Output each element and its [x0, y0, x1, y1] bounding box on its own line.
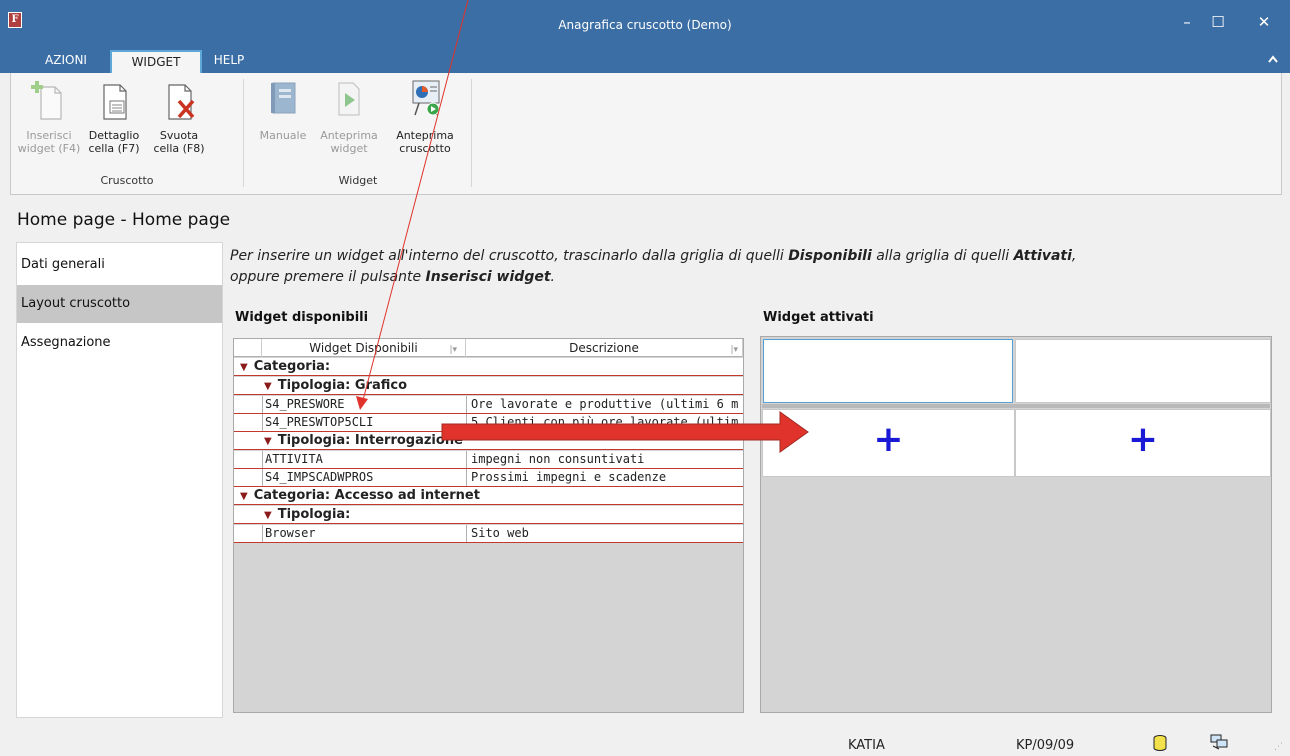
empty-cell-add[interactable]: +	[1015, 409, 1271, 477]
empty-cell-add[interactable]: +	[762, 409, 1015, 477]
filter-icon[interactable]: |▾	[730, 341, 738, 359]
manual-icon	[263, 79, 303, 123]
category-row[interactable]: ▼ Categoria: Accesso ad internet	[234, 487, 743, 505]
clear-cell-icon	[159, 79, 199, 123]
status-user: KATIA	[848, 738, 885, 753]
tab-help[interactable]: HELP	[203, 50, 255, 73]
window-title: Anagrafica cruscotto (Demo)	[558, 18, 732, 32]
minimize-button[interactable]: –	[1172, 12, 1202, 32]
table-row[interactable]: S4_PRESWORE Ore lavorate e produttive (ul…	[234, 396, 743, 414]
table-row[interactable]: S4_PRESWTOP5CLI 5 Clienti con più ore lav…	[234, 414, 743, 432]
title-bar: F Anagrafica cruscotto (Demo) – ☐ ✕	[0, 0, 1290, 48]
activated-widgets-grid[interactable]: + +	[760, 336, 1272, 713]
network-icon	[1210, 734, 1228, 754]
tab-widget[interactable]: WIDGET	[110, 50, 202, 73]
detail-cell-button[interactable]: Dettaglio cella (F7)	[84, 79, 144, 171]
column-header-widget[interactable]: Widget Disponibili |▾	[262, 339, 466, 357]
preview-dashboard-button[interactable]: Anteprima cruscotto	[390, 79, 460, 171]
type-row[interactable]: ▼ Tipologia: Grafico	[234, 377, 743, 395]
insert-widget-icon	[29, 79, 69, 123]
ribbon-group-cruscotto: Inserisci widget (F4) Dettaglio cella (F…	[11, 73, 243, 193]
close-button[interactable]: ✕	[1249, 12, 1279, 32]
status-bar: KATIA KP/09/09 ⋰	[0, 730, 1290, 756]
preview-widget-icon	[329, 79, 369, 123]
tab-azioni[interactable]: AZIONI	[30, 50, 102, 73]
ribbon-tabs: AZIONI WIDGET HELP	[0, 48, 1290, 73]
nav-item-layout-cruscotto[interactable]: Layout cruscotto	[17, 285, 222, 323]
detail-cell-icon	[94, 79, 134, 123]
ribbon-group-label: Widget	[338, 174, 378, 187]
collapse-triangle-icon[interactable]: ▼	[264, 436, 272, 447]
collapse-triangle-icon[interactable]: ▼	[264, 510, 272, 521]
row-divider	[762, 404, 1270, 408]
plus-icon[interactable]: +	[763, 418, 1014, 462]
clear-cell-button[interactable]: Svuota cella (F8)	[147, 79, 211, 171]
dashboard-cell[interactable]	[1015, 339, 1271, 403]
plus-icon[interactable]: +	[1016, 418, 1270, 462]
category-row[interactable]: ▼ Categoria:	[234, 358, 743, 376]
left-nav: Dati generali Layout cruscotto Assegnazi…	[16, 242, 223, 718]
nav-item-dati-generali[interactable]: Dati generali	[17, 246, 222, 284]
available-widgets-grid[interactable]: Widget Disponibili |▾ Descrizione |▾ ▼ Ca…	[233, 338, 744, 713]
table-row[interactable]: S4_IMPSCADWPROS Prossimi impegni e scaden…	[234, 469, 743, 487]
activated-widgets-title: Widget attivati	[763, 310, 874, 325]
ribbon: Inserisci widget (F4) Dettaglio cella (F…	[10, 73, 1282, 195]
type-row[interactable]: ▼ Tipologia:	[234, 506, 743, 524]
filter-icon[interactable]: |▾	[449, 341, 457, 359]
table-row[interactable]: ATTIVITA impegni non consuntivati	[234, 451, 743, 469]
resize-grip-icon[interactable]: ⋰	[1274, 742, 1283, 752]
type-row[interactable]: ▼ Tipologia: Interrogazione	[234, 432, 743, 450]
ribbon-group-widget: Manuale Anteprima widget Anteprima crusc…	[244, 73, 472, 193]
collapse-triangle-icon[interactable]: ▼	[264, 381, 272, 392]
maximize-button[interactable]: ☐	[1203, 12, 1233, 32]
collapse-triangle-icon[interactable]: ▼	[240, 362, 248, 373]
grid-header: Widget Disponibili |▾ Descrizione |▾	[234, 339, 743, 357]
insert-widget-button[interactable]: Inserisci widget (F4)	[17, 79, 81, 171]
ribbon-group-label: Cruscotto	[100, 174, 154, 187]
nav-item-assegnazione[interactable]: Assegnazione	[17, 324, 222, 362]
column-header-description[interactable]: Descrizione |▾	[466, 339, 743, 357]
table-row[interactable]: Browser Sito web	[234, 525, 743, 543]
available-widgets-title: Widget disponibili	[235, 310, 369, 325]
preview-dashboard-icon	[405, 79, 445, 123]
status-code: KP/09/09	[1016, 738, 1075, 753]
ribbon-separator	[471, 79, 472, 187]
collapse-triangle-icon[interactable]: ▼	[240, 491, 248, 502]
page-title: Home page - Home page	[17, 210, 231, 230]
instructions-text: Per inserire un widget all'interno del c…	[230, 248, 1077, 285]
preview-widget-button[interactable]: Anteprima widget	[316, 79, 382, 171]
database-icon	[1153, 735, 1167, 755]
dashboard-cell[interactable]	[763, 339, 1013, 403]
manual-button[interactable]: Manuale	[256, 79, 310, 171]
collapse-ribbon-icon[interactable]	[1268, 52, 1278, 66]
